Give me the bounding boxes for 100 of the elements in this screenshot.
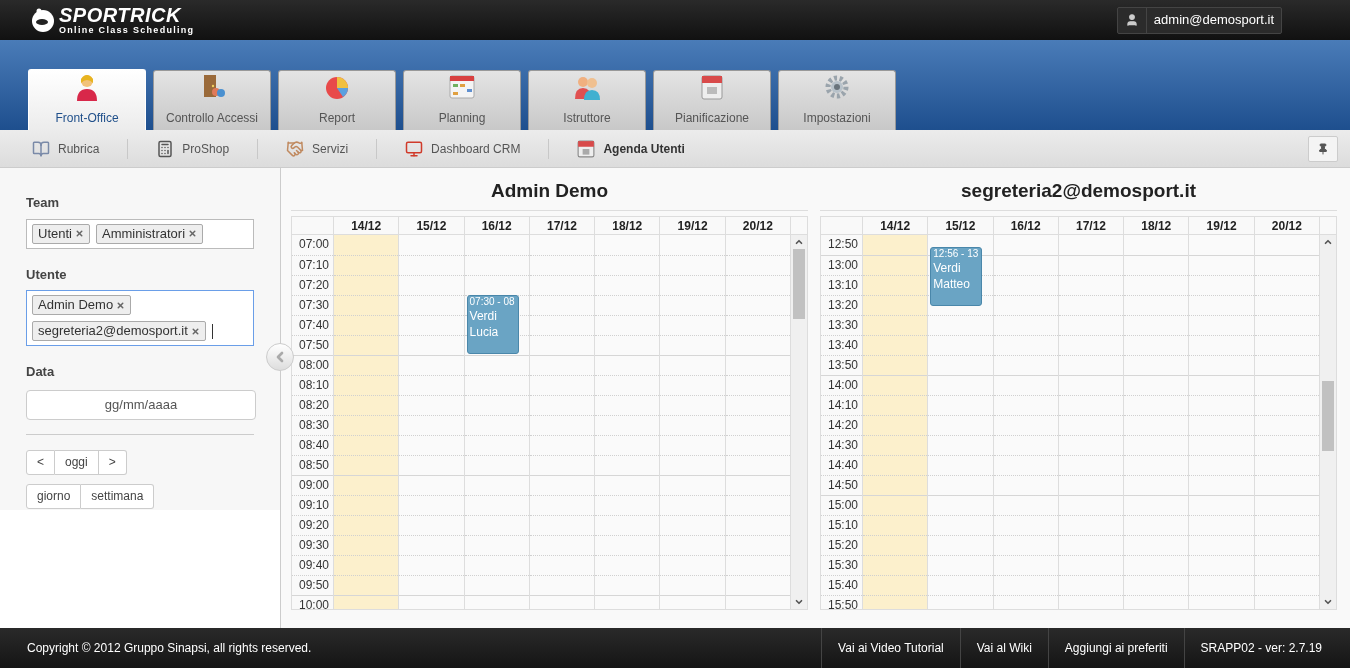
- remove-icon[interactable]: [74, 229, 84, 238]
- cash-register-icon: [156, 139, 175, 158]
- tag-chip: Admin Demo: [32, 295, 132, 315]
- day-column[interactable]: [334, 234, 400, 609]
- tab-icon: [823, 73, 851, 101]
- handshake-icon: [286, 139, 305, 158]
- time-label: 07:00: [297, 235, 330, 253]
- nav-tab[interactable]: Controllo Accessi: [153, 70, 271, 130]
- footer-link[interactable]: Vai al Wiki: [959, 628, 1048, 668]
- time-label: 09:40: [297, 556, 330, 574]
- time-label: 08:40: [297, 436, 330, 454]
- remove-icon[interactable]: [188, 229, 198, 238]
- tag-chip: Amministratori: [95, 223, 204, 244]
- day-header: 15/12: [928, 216, 994, 234]
- day-column[interactable]: [660, 234, 726, 609]
- day-column[interactable]: [1124, 234, 1190, 609]
- time-label: 15:40: [826, 576, 859, 594]
- nav-button[interactable]: >: [98, 449, 127, 475]
- logo-title: SPORTRICK: [59, 5, 183, 25]
- day-column[interactable]: [1189, 234, 1255, 609]
- footer-link[interactable]: SRAPP02 - ver: 2.7.19: [1183, 628, 1338, 668]
- view-button[interactable]: giorno: [26, 483, 82, 509]
- calendar-title: segreteria2@demosport.it: [960, 179, 1197, 203]
- nav-button[interactable]: <: [26, 449, 55, 475]
- remove-icon[interactable]: [116, 300, 126, 310]
- tab-icon: [448, 73, 476, 101]
- date-field[interactable]: gg/mm/aaaa: [26, 389, 256, 420]
- logo-subtitle: Online Class Scheduling: [59, 25, 195, 35]
- calendar-title: Admin Demo: [489, 179, 610, 203]
- time-label: 08:10: [297, 376, 330, 394]
- subnav-item[interactable]: Servizi: [286, 139, 349, 158]
- time-label: 09:30: [297, 536, 330, 554]
- time-label: 13:50: [826, 356, 859, 374]
- day-column[interactable]: [399, 234, 465, 609]
- subnav-item[interactable]: ProShop: [156, 139, 230, 158]
- day-header: 20/12: [725, 216, 791, 234]
- scrollbar-thumb[interactable]: [793, 248, 805, 319]
- subnav-item[interactable]: Dashboard CRM: [405, 139, 521, 158]
- pin-icon: [1317, 142, 1329, 155]
- text-cursor: [211, 323, 213, 339]
- time-label: 14:00: [826, 376, 859, 394]
- remove-icon[interactable]: [190, 326, 200, 336]
- footer-link[interactable]: Aggiungi ai preferiti: [1047, 628, 1184, 668]
- nav-tab[interactable]: Report: [278, 70, 396, 130]
- time-label: 09:50: [297, 576, 330, 594]
- subnav-item[interactable]: Rubrica: [32, 139, 100, 158]
- day-header: 18/12: [1124, 216, 1190, 234]
- scrollbar[interactable]: [791, 234, 807, 609]
- day-header: 20/12: [1254, 216, 1320, 234]
- day-column[interactable]: [993, 234, 1059, 609]
- scrollbar-thumb[interactable]: [1322, 380, 1334, 451]
- footer-link[interactable]: Vai ai Video Tutorial: [821, 628, 960, 668]
- day-header: 17/12: [529, 216, 596, 234]
- time-label: 10:00: [297, 596, 330, 609]
- nav-tab[interactable]: Pianificazione: [653, 70, 771, 130]
- time-label: 08:00: [297, 356, 330, 374]
- user-menu-button[interactable]: admin@demosport.it: [1116, 6, 1282, 34]
- day-header: 14/12: [863, 216, 929, 234]
- tag-input[interactable]: Utenti Amministratori: [26, 218, 254, 249]
- time-label: 08:30: [297, 416, 330, 434]
- time-label: 07:10: [297, 256, 330, 274]
- time-label: 13:30: [826, 316, 859, 334]
- subnav-item[interactable]: Agenda Utenti: [577, 139, 685, 158]
- time-label: 15:20: [826, 536, 859, 554]
- nav-tab[interactable]: Planning: [403, 70, 521, 130]
- time-label: 07:50: [297, 336, 330, 354]
- day-column[interactable]: [1058, 234, 1125, 609]
- day-column[interactable]: [529, 234, 596, 609]
- field-label: Data: [26, 363, 56, 381]
- user-icon: [1124, 13, 1139, 27]
- time-label: 14:20: [826, 416, 859, 434]
- field-label: Team: [26, 194, 60, 212]
- nav-button[interactable]: oggi: [55, 449, 99, 475]
- scrollbar[interactable]: [1320, 234, 1336, 609]
- tab-icon: [698, 73, 726, 101]
- day-column[interactable]: [595, 234, 661, 609]
- day-column[interactable]: [863, 234, 929, 609]
- field-label: Utente: [26, 265, 68, 284]
- time-label: 07:40: [297, 316, 330, 334]
- tag-chip: Utenti: [32, 223, 90, 244]
- time-label: 09:00: [297, 476, 330, 494]
- book-icon: [32, 139, 50, 158]
- day-header: 15/12: [399, 216, 465, 234]
- logo-icon: [30, 7, 56, 33]
- time-label: 15:10: [826, 516, 859, 534]
- event-time: 12:56 - 13: [933, 247, 980, 260]
- nav-tab[interactable]: Front-Office: [28, 69, 146, 130]
- time-label: 08:20: [297, 396, 330, 414]
- time-label: 15:00: [826, 496, 859, 514]
- nav-tab[interactable]: Istruttore: [528, 70, 646, 130]
- pin-button[interactable]: [1308, 135, 1338, 162]
- time-label: 09:20: [297, 516, 330, 534]
- event-title: Verdi Matteo: [933, 259, 971, 292]
- time-label: 07:30: [297, 296, 330, 314]
- view-button[interactable]: settimana: [81, 483, 155, 509]
- nav-tab[interactable]: Impostazioni: [778, 70, 896, 130]
- tag-input[interactable]: Admin Demo segreteria2@demosport.it: [26, 290, 254, 346]
- time-label: 13:00: [826, 256, 859, 274]
- copyright-text: Copyright © 2012 Gruppo Sinapsi, all rights reserved.: [26, 640, 312, 657]
- event-time: 07:30 - 08: [469, 295, 516, 308]
